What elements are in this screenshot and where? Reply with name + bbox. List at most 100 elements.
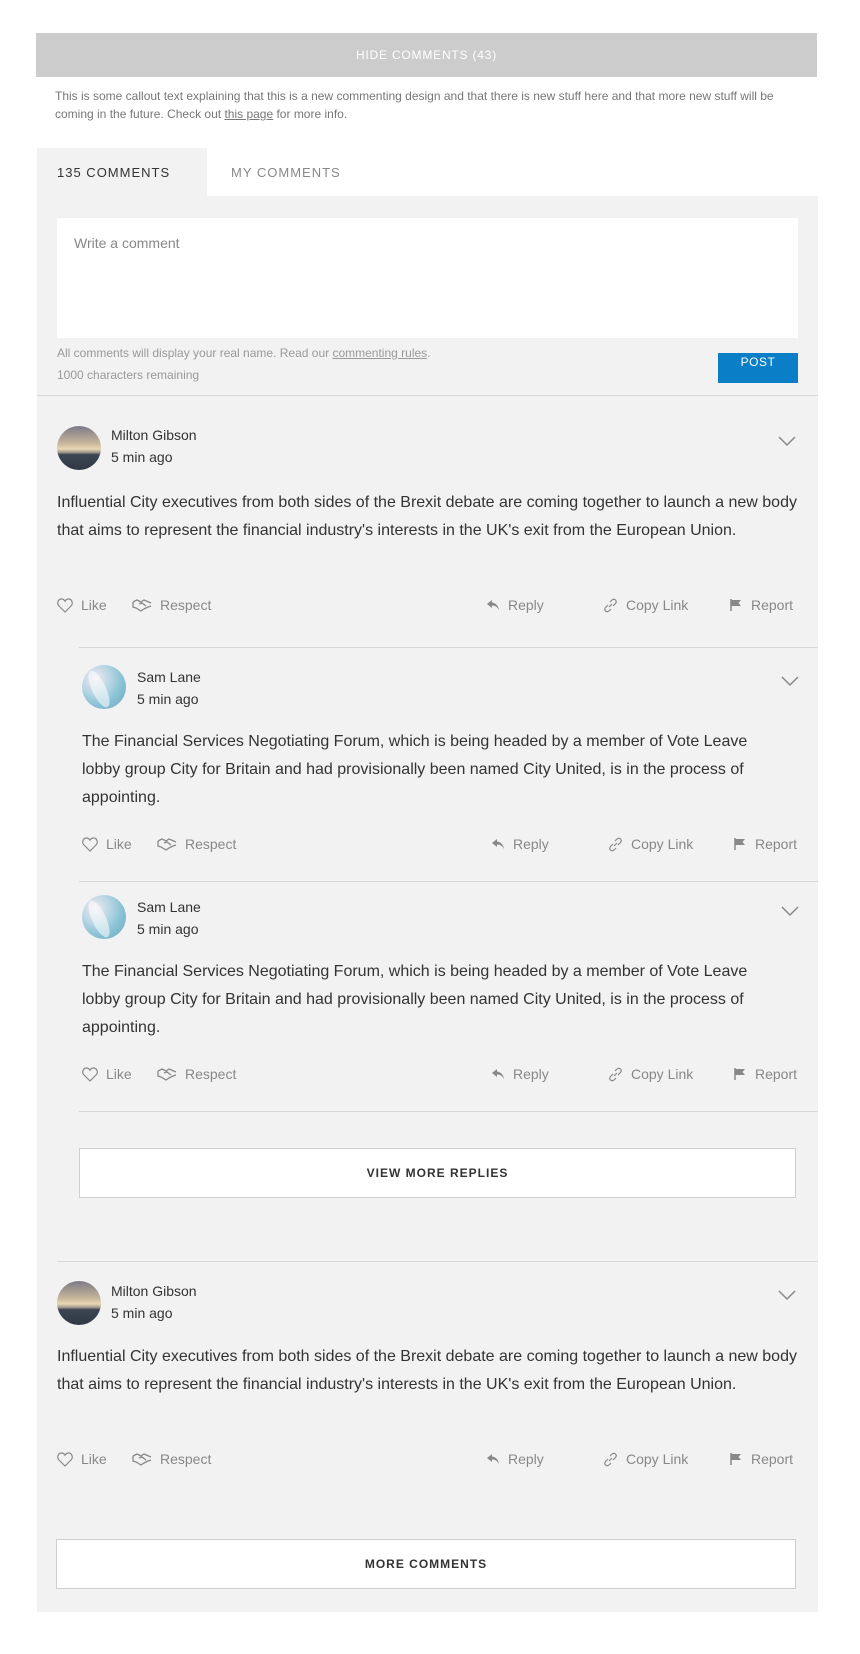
report-label: Report — [751, 1451, 794, 1467]
rules-text-after: . — [427, 346, 431, 360]
respect-label: Respect — [185, 1066, 237, 1082]
divider — [79, 647, 818, 648]
reply-label: Reply — [513, 836, 549, 852]
respect-button[interactable]: Respect — [157, 1066, 236, 1082]
view-more-replies-button[interactable]: VIEW MORE REPLIES — [79, 1148, 796, 1198]
heart-icon — [57, 1451, 73, 1467]
report-button[interactable]: Report — [733, 836, 797, 852]
comment-time: 5 min ago — [137, 691, 199, 707]
comment-author[interactable]: Sam Lane — [137, 669, 201, 685]
heart-icon — [57, 597, 73, 613]
comment-input-placeholder: Write a comment — [74, 235, 180, 251]
comment-text: Influential City executives from both si… — [57, 494, 797, 539]
handshake-icon — [157, 838, 177, 851]
comment-author[interactable]: Sam Lane — [137, 899, 201, 915]
copy-link-label: Copy Link — [626, 1451, 689, 1467]
comments-panel: Write a comment All comments will displa… — [37, 196, 818, 1612]
callout-text: This is some callout text explaining tha… — [55, 87, 800, 123]
commenting-rules-note: All comments will display your real name… — [57, 346, 431, 360]
heart-icon — [82, 1066, 98, 1082]
like-label: Like — [81, 597, 107, 613]
like-button[interactable]: Like — [82, 836, 132, 852]
like-label: Like — [106, 1066, 132, 1082]
comment-input[interactable]: Write a comment — [57, 218, 798, 338]
link-icon — [609, 1067, 622, 1081]
characters-remaining: 1000 characters remaining — [57, 368, 200, 382]
reply-label: Reply — [508, 1451, 544, 1467]
reply-button[interactable]: Reply — [486, 1451, 544, 1467]
divider — [57, 1261, 818, 1262]
report-button[interactable]: Report — [729, 597, 793, 613]
divider — [79, 881, 818, 882]
reply-label: Reply — [513, 1066, 549, 1082]
respect-label: Respect — [160, 1451, 212, 1467]
reply-label: Reply — [508, 597, 544, 613]
reply-icon — [487, 600, 499, 610]
chevron-down-icon[interactable] — [778, 435, 796, 447]
feather-avatar[interactable] — [82, 665, 126, 709]
link-icon — [604, 1452, 617, 1466]
callout-text-before: This is some callout text explaining tha… — [55, 89, 774, 121]
tab-my-comments[interactable]: MY COMMENTS — [207, 148, 365, 196]
rules-text-before: All comments will display your real name… — [57, 346, 333, 360]
copy-link-button[interactable]: Copy Link — [608, 836, 693, 852]
report-label: Report — [755, 836, 798, 852]
more-comments-button[interactable]: MORE COMMENTS — [56, 1539, 796, 1589]
like-button[interactable]: Like — [57, 1451, 107, 1467]
comment-text: Influential City executives from both si… — [57, 1348, 797, 1393]
comment-time: 5 min ago — [111, 1305, 173, 1321]
hide-comments-button[interactable]: HIDE COMMENTS (43) — [36, 33, 817, 77]
report-button[interactable]: Report — [729, 1451, 793, 1467]
respect-label: Respect — [160, 597, 212, 613]
handshake-icon — [132, 599, 152, 612]
flag-icon — [734, 1068, 745, 1080]
comment-author[interactable]: Milton Gibson — [111, 1283, 197, 1299]
commenting-rules-link[interactable]: commenting rules — [332, 346, 427, 360]
reply-button[interactable]: Reply — [491, 1066, 549, 1082]
callout-text-after: for more info. — [273, 107, 348, 121]
handshake-icon — [132, 1453, 152, 1466]
handshake-icon — [157, 1068, 177, 1081]
copy-link-button[interactable]: Copy Link — [603, 1451, 688, 1467]
flag-icon — [734, 838, 745, 850]
comment-tabs: 135 COMMENTS MY COMMENTS — [37, 148, 365, 196]
comment-time: 5 min ago — [111, 449, 173, 465]
comment-text: The Financial Services Negotiating Forum… — [82, 963, 748, 1036]
copy-link-button[interactable]: Copy Link — [603, 597, 688, 613]
chevron-down-icon[interactable] — [781, 675, 799, 687]
comment-time: 5 min ago — [137, 921, 199, 937]
copy-link-label: Copy Link — [631, 836, 694, 852]
like-button[interactable]: Like — [57, 597, 107, 613]
comment-text: The Financial Services Negotiating Forum… — [82, 733, 748, 806]
chevron-down-icon[interactable] — [781, 905, 799, 917]
heart-icon — [82, 836, 98, 852]
mountain-avatar[interactable] — [57, 1281, 101, 1325]
flag-icon — [730, 599, 741, 611]
divider — [79, 1111, 818, 1112]
report-label: Report — [755, 1066, 798, 1082]
link-icon — [604, 598, 617, 612]
comment-author[interactable]: Milton Gibson — [111, 427, 197, 443]
reply-icon — [492, 1069, 504, 1079]
report-label: Report — [751, 597, 794, 613]
feather-avatar[interactable] — [82, 895, 126, 939]
divider — [37, 395, 818, 396]
reply-button[interactable]: Reply — [491, 836, 549, 852]
respect-button[interactable]: Respect — [132, 1451, 211, 1467]
reply-icon — [487, 1454, 499, 1464]
like-label: Like — [81, 1451, 107, 1467]
mountain-avatar[interactable] — [57, 426, 101, 470]
respect-button[interactable]: Respect — [157, 836, 236, 852]
tab-all-comments[interactable]: 135 COMMENTS — [37, 148, 207, 196]
callout-link[interactable]: this page — [224, 107, 273, 121]
report-button[interactable]: Report — [733, 1066, 797, 1082]
respect-button[interactable]: Respect — [132, 597, 211, 613]
respect-label: Respect — [185, 836, 237, 852]
reply-button[interactable]: Reply — [486, 597, 544, 613]
copy-link-button[interactable]: Copy Link — [608, 1066, 693, 1082]
chevron-down-icon[interactable] — [778, 1289, 796, 1301]
post-button[interactable]: POST — [718, 353, 798, 383]
like-button[interactable]: Like — [82, 1066, 132, 1082]
reply-icon — [492, 839, 504, 849]
copy-link-label: Copy Link — [626, 597, 689, 613]
